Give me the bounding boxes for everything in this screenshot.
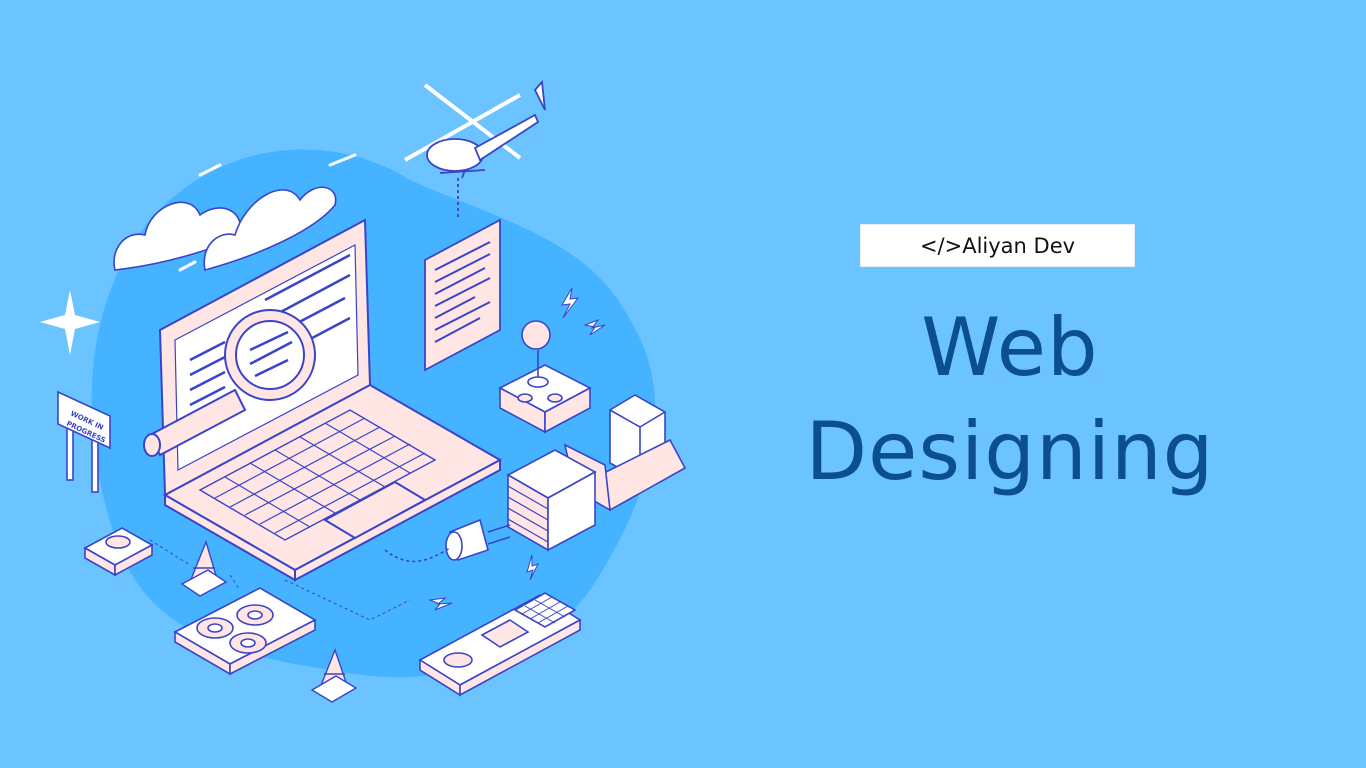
web-design-illustration: WORK IN PROGRESS: [40, 79, 687, 703]
title-slide: WORK IN PROGRESS </>Aliyan Dev Web Desig…: [0, 0, 1366, 768]
title-line-2: Designing: [805, 405, 1215, 498]
title-line-1: Web: [921, 301, 1099, 394]
brand-label-box: </>Aliyan Dev: [860, 224, 1135, 267]
sparkle-icon: [40, 290, 100, 355]
brand-label: </>Aliyan Dev: [919, 233, 1076, 258]
page-title: Web Designing: [760, 296, 1260, 504]
